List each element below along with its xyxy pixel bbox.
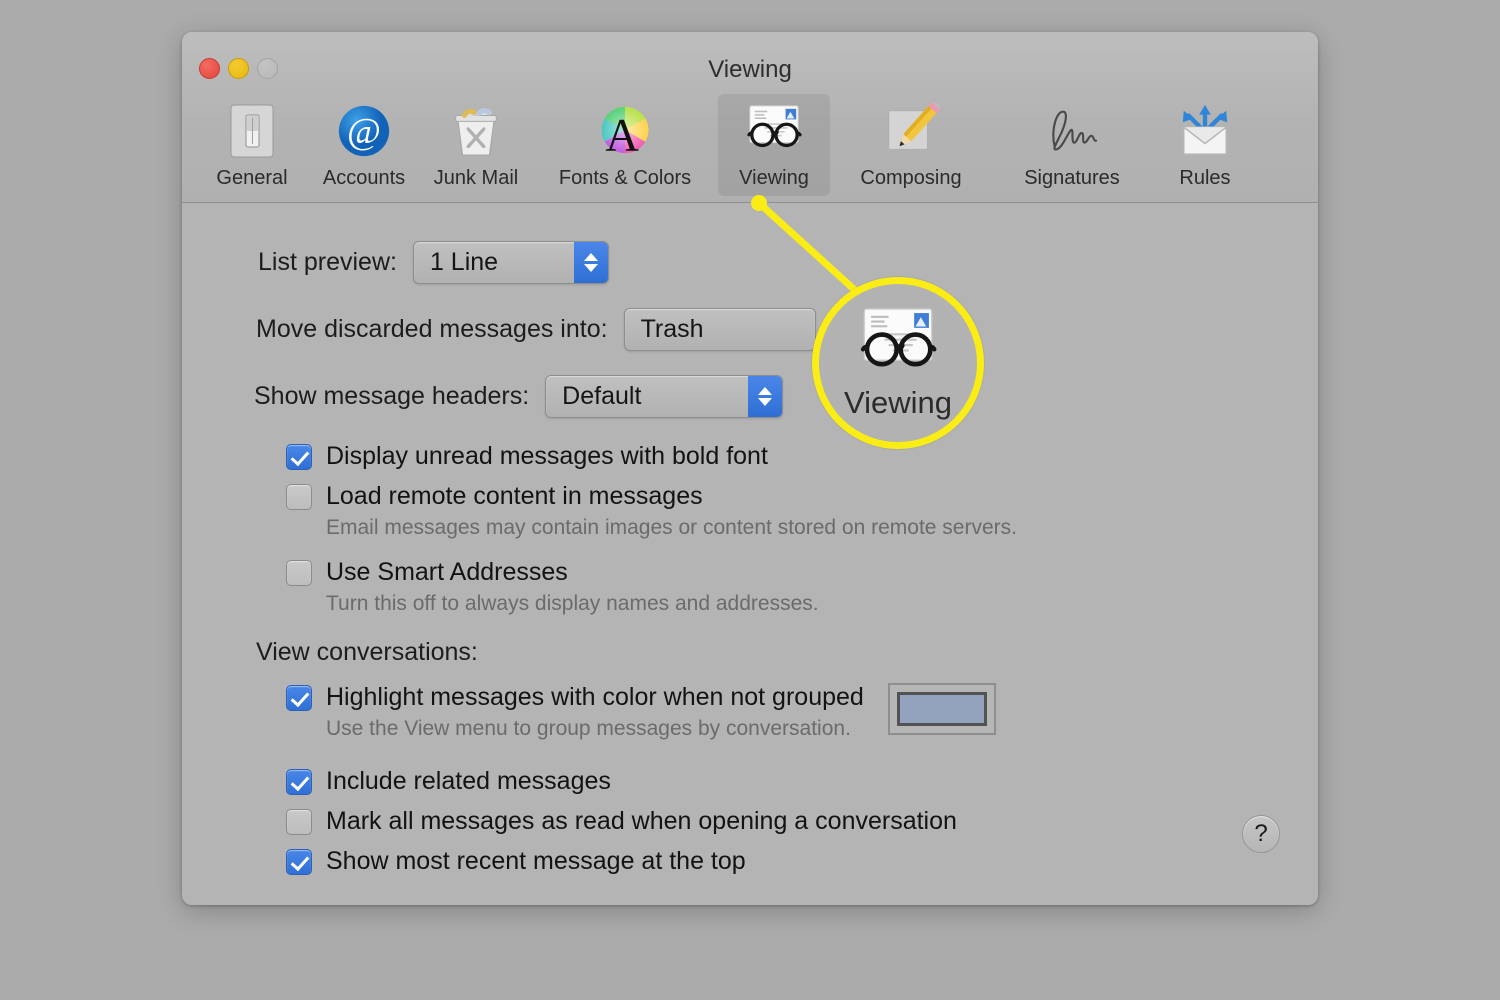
checkbox-label-include-related: Include related messages xyxy=(326,767,611,795)
heading-view-conversations: View conversations: xyxy=(256,638,478,666)
svg-text:@: @ xyxy=(347,111,381,152)
highlight-color-swatch[interactable] xyxy=(887,683,996,735)
window-title: Viewing xyxy=(708,56,792,83)
toolbar-item-accounts[interactable]: @ Accounts xyxy=(308,94,420,196)
list-preview-popup[interactable]: 1 Line xyxy=(412,241,609,284)
label-move-discarded: Move discarded messages into: xyxy=(256,315,608,343)
checkbox-sub-smart-addresses: Turn this off to always display names an… xyxy=(326,592,819,615)
switch-icon xyxy=(221,102,283,160)
list-preview-value: 1 Line xyxy=(429,248,499,276)
checkbox-row-include-related[interactable]: Include related messages xyxy=(286,765,1318,797)
checkbox-recent-top[interactable] xyxy=(286,849,312,875)
preferences-toolbar[interactable]: General @ Accounts Junk Mail A Fonts & C… xyxy=(196,94,1258,196)
checkbox-label-bold-unread: Display unread messages with bold font xyxy=(326,442,768,470)
chevron-updown-icon[interactable] xyxy=(748,376,783,417)
magnified-label: Viewing xyxy=(843,385,952,420)
section-view-conversations: View conversations: Highlight messages w… xyxy=(182,638,1318,877)
checkbox-highlight-color[interactable] xyxy=(286,685,312,711)
preferences-window: Viewing General @ Accounts Junk Mail A F… xyxy=(182,32,1318,905)
toolbar-label-general: General xyxy=(216,167,288,189)
checkbox-row-recent-top[interactable]: Show most recent message at the top xyxy=(286,845,1318,877)
toolbar-label-viewing: Viewing xyxy=(739,167,809,189)
checkbox-row-smart-addresses[interactable]: Use Smart Addresses xyxy=(286,556,1318,588)
toolbar-label-composing: Composing xyxy=(860,167,962,189)
help-button[interactable]: ? xyxy=(1242,815,1280,853)
envelope-arrows-icon xyxy=(1174,102,1236,160)
toolbar-item-fonts-colors[interactable]: A Fonts & Colors xyxy=(532,94,718,196)
checkbox-row-highlight-color[interactable]: Highlight messages with color when not g… xyxy=(286,681,864,713)
checkbox-row-mark-read[interactable]: Mark all messages as read when opening a… xyxy=(286,805,1318,837)
help-button-label: ? xyxy=(1254,820,1268,847)
checkbox-label-highlight-color: Highlight messages with color when not g… xyxy=(326,683,864,711)
checkbox-smart-addresses[interactable] xyxy=(286,560,312,586)
row-show-headers: Show message headers: Default xyxy=(182,375,1318,418)
move-discarded-value: Trash xyxy=(640,315,704,343)
checkbox-bold-unread[interactable] xyxy=(286,444,312,470)
row-list-preview: List preview: 1 Line xyxy=(182,241,1318,284)
toolbar-item-composing[interactable]: Composing xyxy=(830,94,992,196)
checkbox-sub-load-remote: Email messages may contain images or con… xyxy=(326,516,1017,539)
row-move-discarded: Move discarded messages into: Trash xyxy=(182,308,1318,351)
toolbar-label-accounts: Accounts xyxy=(322,167,406,189)
checkbox-sub-highlight-color: Use the View menu to group messages by c… xyxy=(326,717,851,740)
trash-can-icon xyxy=(445,102,507,160)
checkbox-include-related[interactable] xyxy=(286,769,312,795)
toolbar-label-junk-mail: Junk Mail xyxy=(433,167,519,189)
toolbar-item-general[interactable]: General xyxy=(196,94,308,196)
label-show-headers: Show message headers: xyxy=(254,382,530,410)
chevron-updown-icon[interactable] xyxy=(573,242,608,283)
toolbar-item-viewing[interactable]: Viewing xyxy=(718,94,830,196)
checkbox-label-smart-addresses: Use Smart Addresses xyxy=(326,558,568,586)
viewing-settings-pane: List preview: 1 Line Move discarded mess… xyxy=(182,203,1318,905)
label-list-preview: List preview: xyxy=(258,248,397,276)
magnified-viewing-tab-callout: Viewing xyxy=(812,277,984,449)
checkbox-mark-read[interactable] xyxy=(286,809,312,835)
toolbar-item-junk-mail[interactable]: Junk Mail xyxy=(420,94,532,196)
checkbox-label-mark-read: Mark all messages as read when opening a… xyxy=(326,807,957,835)
window-titlebar: Viewing General @ Accounts Junk Mail A F… xyxy=(182,32,1318,203)
toolbar-item-signatures[interactable]: Signatures xyxy=(992,94,1152,196)
toolbar-label-fonts-colors: Fonts & Colors xyxy=(558,167,692,189)
toolbar-label-rules: Rules xyxy=(1179,167,1231,189)
show-headers-value: Default xyxy=(562,382,642,410)
show-headers-popup[interactable]: Default xyxy=(545,375,784,418)
eyeglasses-icon xyxy=(743,102,805,160)
toolbar-item-rules[interactable]: Rules xyxy=(1152,94,1258,196)
at-sign-icon: @ xyxy=(333,102,395,160)
checkbox-row-bold-unread[interactable]: Display unread messages with bold font xyxy=(286,440,1318,472)
color-wheel-a-icon: A xyxy=(594,102,656,160)
checkbox-label-load-remote: Load remote content in messages xyxy=(326,482,703,510)
highlight-color-swatch-fill xyxy=(896,692,987,726)
move-discarded-popup[interactable]: Trash xyxy=(623,308,816,351)
eyeglasses-icon xyxy=(847,305,949,383)
checkbox-group-display: Display unread messages with bold font L… xyxy=(182,440,1318,618)
screenshot-stage: Viewing General @ Accounts Junk Mail A F… xyxy=(0,0,1500,1000)
svg-text:A: A xyxy=(605,110,639,160)
checkbox-load-remote[interactable] xyxy=(286,484,312,510)
signature-icon xyxy=(1041,102,1103,160)
toolbar-label-signatures: Signatures xyxy=(1024,167,1120,189)
checkbox-label-recent-top: Show most recent message at the top xyxy=(326,847,746,875)
pencil-note-icon xyxy=(880,102,942,160)
checkbox-row-load-remote[interactable]: Load remote content in messages xyxy=(286,480,1318,512)
